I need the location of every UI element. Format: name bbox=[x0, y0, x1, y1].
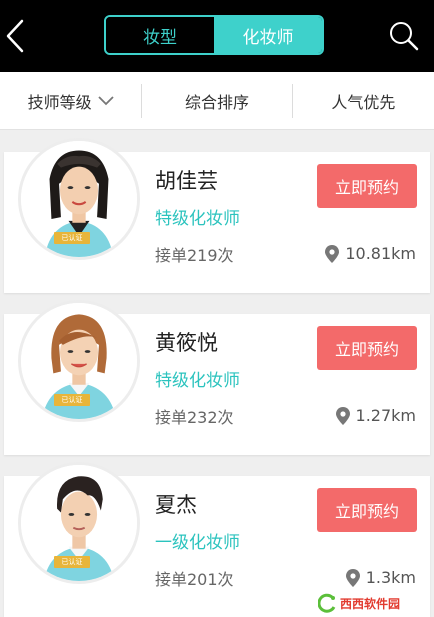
filter-overall-sort[interactable]: 综合排序 bbox=[142, 72, 291, 129]
location-pin-icon bbox=[325, 244, 340, 263]
distance-value: 10.81km bbox=[345, 244, 416, 263]
distance-value: 1.3km bbox=[365, 568, 416, 587]
artist-name: 胡佳芸 bbox=[155, 169, 218, 193]
filter-label: 技师等级 bbox=[27, 92, 92, 112]
artist-name: 夏杰 bbox=[155, 493, 197, 517]
filter-label: 综合排序 bbox=[184, 92, 249, 112]
location-pin-icon bbox=[335, 406, 350, 425]
search-icon bbox=[390, 22, 419, 51]
tab-makeup-style[interactable]: 妆型 bbox=[106, 17, 214, 53]
filter-bar: 技师等级 综合排序 人气优先 bbox=[0, 72, 434, 130]
chevron-down-icon bbox=[98, 95, 114, 105]
tab-makeup-artist[interactable]: 化妆师 bbox=[214, 17, 322, 53]
verified-badge: 已认证 bbox=[54, 394, 90, 406]
search-button[interactable] bbox=[388, 20, 420, 52]
order-count: 接单201次 bbox=[155, 570, 234, 589]
verified-badge: 已认证 bbox=[54, 556, 90, 568]
artist-level: 一级化妆师 bbox=[155, 533, 240, 553]
distance: 10.81km bbox=[325, 244, 416, 263]
distance: 1.3km bbox=[345, 568, 416, 587]
filter-popularity[interactable]: 人气优先 bbox=[293, 72, 434, 129]
back-icon bbox=[6, 19, 24, 53]
distance-value: 1.27km bbox=[355, 406, 416, 425]
book-now-button[interactable]: 立即预约 bbox=[317, 488, 417, 532]
category-switch: 妆型 化妆师 bbox=[104, 15, 324, 55]
book-now-button[interactable]: 立即预约 bbox=[317, 326, 417, 370]
verified-badge: 已认证 bbox=[54, 232, 90, 244]
order-count: 接单219次 bbox=[155, 246, 234, 265]
watermark-logo-icon bbox=[318, 593, 336, 613]
distance: 1.27km bbox=[335, 406, 416, 425]
filter-label: 人气优先 bbox=[331, 92, 396, 112]
watermark: 西西软件园 bbox=[318, 590, 432, 616]
artist-level: 特级化妆师 bbox=[155, 209, 240, 229]
artist-name: 黄筱悦 bbox=[155, 331, 218, 355]
order-count: 接单232次 bbox=[155, 408, 234, 427]
artist-card[interactable]: 已认证 胡佳芸 特级化妆师 接单219次 立即预约 10.81km bbox=[4, 138, 430, 293]
artist-level: 特级化妆师 bbox=[155, 371, 240, 391]
filter-artist-level[interactable]: 技师等级 bbox=[0, 72, 141, 129]
book-now-button[interactable]: 立即预约 bbox=[317, 164, 417, 208]
watermark-text: 西西软件园 bbox=[340, 596, 401, 611]
back-button[interactable] bbox=[2, 18, 28, 54]
artist-card[interactable]: 已认证 黄筱悦 特级化妆师 接单232次 立即预约 1.27km bbox=[4, 300, 430, 455]
top-bar: 妆型 化妆师 bbox=[0, 0, 434, 72]
location-pin-icon bbox=[345, 568, 360, 587]
